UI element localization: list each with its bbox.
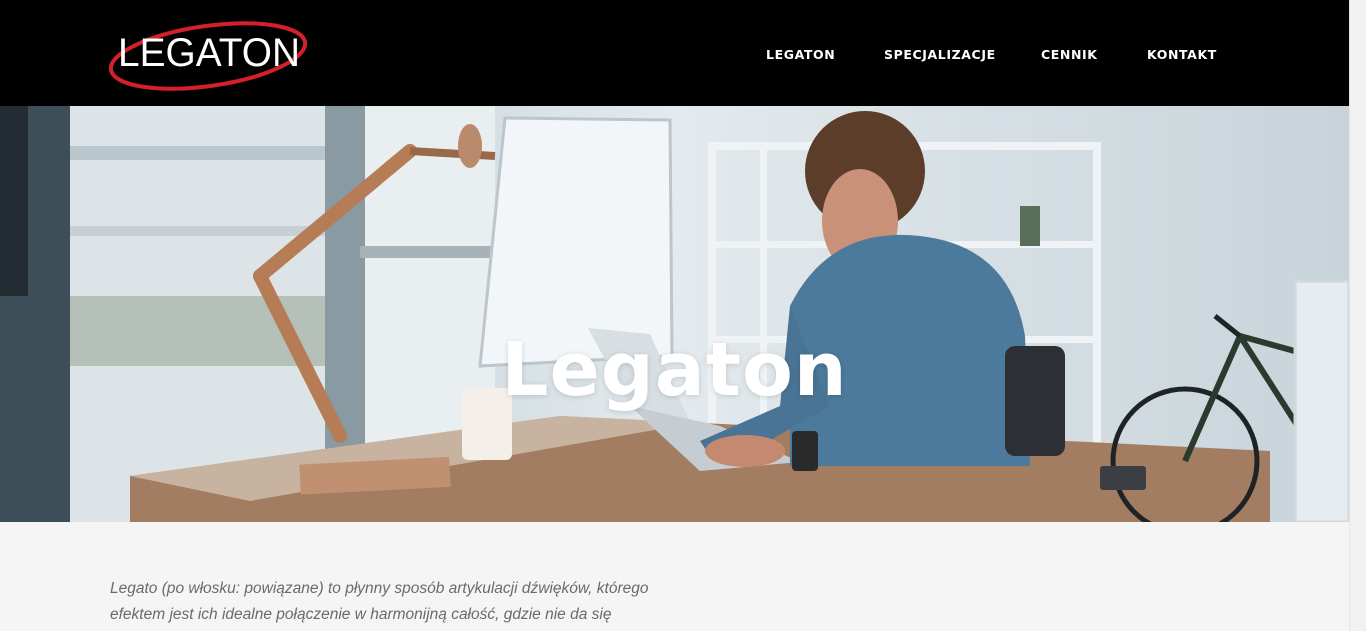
hero-image <box>0 106 1349 522</box>
logo[interactable]: LEGATON <box>108 14 312 92</box>
hero-title: Legaton <box>501 327 848 413</box>
intro-line-1: Legato (po włosku: powiązane) to płynny … <box>110 580 649 597</box>
hero-banner: Legaton <box>0 106 1349 522</box>
logo-text: LEGATON <box>118 31 300 75</box>
intro-text: Legato (po włosku: powiązane) to płynny … <box>110 576 650 628</box>
intro-line-2: efektem jest ich idealne połączenie w ha… <box>110 606 612 623</box>
page-scrollbar[interactable] <box>1349 0 1366 631</box>
nav-item-kontakt[interactable]: KONTAKT <box>1147 47 1217 62</box>
main-nav: LEGATON SPECJALIZACJE CENNIK KONTAKT <box>649 0 1349 106</box>
logo-mark-icon: LEGATON <box>108 21 308 91</box>
nav-item-legaton[interactable]: LEGATON <box>766 47 835 62</box>
nav-item-cennik[interactable]: CENNIK <box>1041 47 1098 62</box>
nav-item-specjalizacje[interactable]: SPECJALIZACJE <box>884 47 996 62</box>
site-header: LEGATON LEGATON SPECJALIZACJE CENNIK KON… <box>0 0 1349 106</box>
